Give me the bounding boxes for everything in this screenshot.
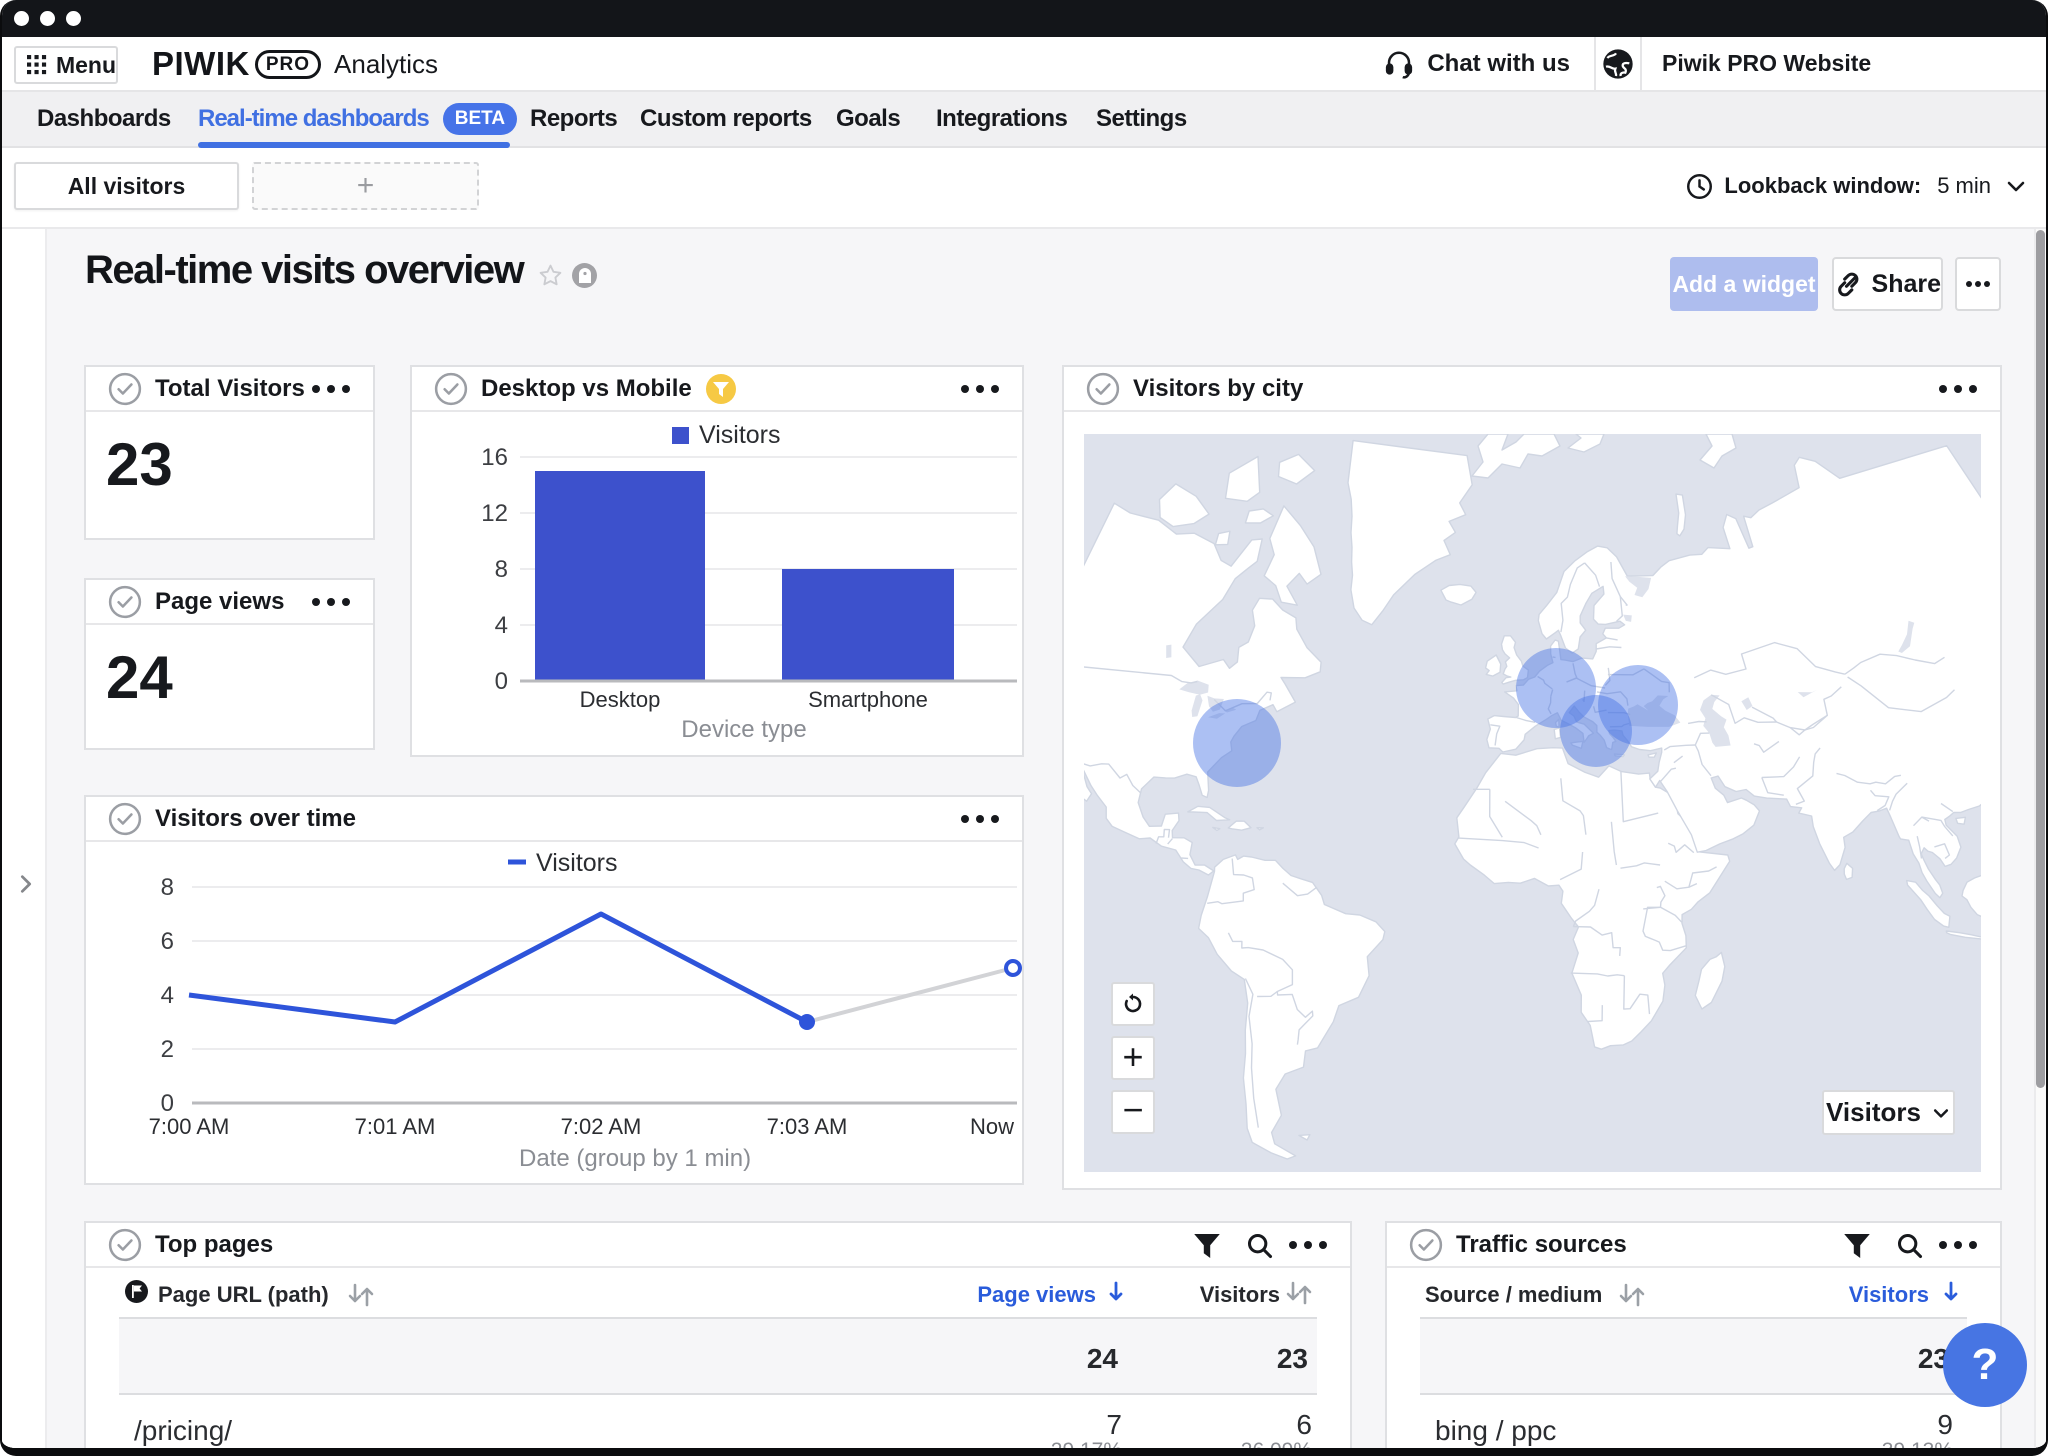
svg-text:6: 6 xyxy=(161,928,174,955)
svg-text:Now: Now xyxy=(970,1114,1014,1139)
svg-text:0: 0 xyxy=(495,668,508,695)
svg-text:4: 4 xyxy=(161,982,174,1009)
svg-text:7:03 AM: 7:03 AM xyxy=(767,1114,848,1139)
svg-text:Visitors: Visitors xyxy=(536,849,618,877)
svg-text:Smartphone: Smartphone xyxy=(808,687,928,712)
svg-text:8: 8 xyxy=(495,556,508,583)
svg-text:7:01 AM: 7:01 AM xyxy=(355,1114,436,1139)
svg-text:Desktop: Desktop xyxy=(580,687,661,712)
svg-text:7:00 AM: 7:00 AM xyxy=(149,1114,230,1139)
svg-text:8: 8 xyxy=(161,874,174,901)
svg-text:0: 0 xyxy=(161,1090,174,1117)
svg-text:12: 12 xyxy=(481,500,508,527)
svg-text:Device type: Device type xyxy=(681,716,806,743)
svg-text:2: 2 xyxy=(161,1036,174,1063)
svg-text:16: 16 xyxy=(481,444,508,471)
svg-text:7:02 AM: 7:02 AM xyxy=(561,1114,642,1139)
svg-text:Visitors: Visitors xyxy=(699,421,781,449)
svg-text:4: 4 xyxy=(495,612,508,639)
